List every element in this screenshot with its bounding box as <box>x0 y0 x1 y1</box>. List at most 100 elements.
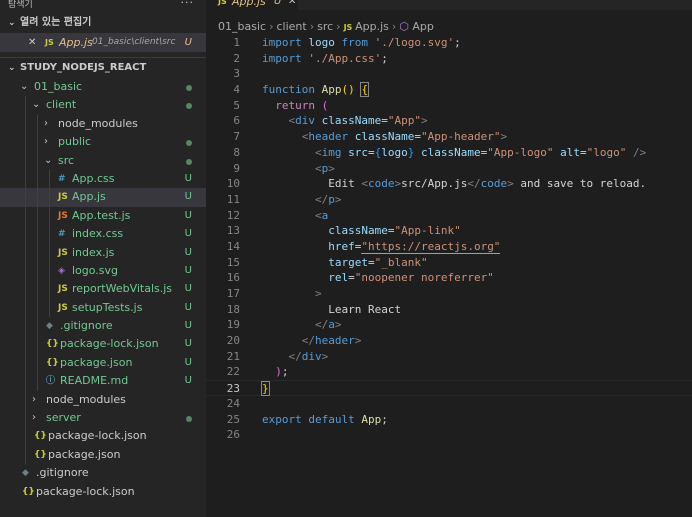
tree-folder[interactable]: ⌄ client <box>0 96 206 115</box>
indent-guide <box>37 188 38 207</box>
tree-file[interactable]: ◈ logo.svg U <box>0 261 206 281</box>
code-line: 21 </div> <box>206 349 692 365</box>
line-number: 26 <box>226 428 240 442</box>
indent-guide <box>25 372 26 391</box>
code-line: 12 <a <box>206 208 692 224</box>
line-number: 2 <box>233 51 240 65</box>
tree-file[interactable]: JS App.test.js U <box>0 206 206 226</box>
tree-folder-label: client <box>46 98 77 112</box>
tree-file[interactable]: {} package.json U <box>0 353 206 373</box>
breadcrumb-item[interactable]: client <box>276 20 306 33</box>
line-number: 1 <box>233 36 240 49</box>
indent-guide <box>49 261 50 281</box>
indent-guide <box>37 335 38 354</box>
tree-folder[interactable]: › server <box>0 409 206 428</box>
tree-folder[interactable]: › node_modules <box>0 114 206 134</box>
code-token: className <box>354 130 415 144</box>
tree-file[interactable]: JS index.js U <box>0 243 206 262</box>
code-token: import <box>262 51 302 65</box>
code-token: < <box>314 145 322 159</box>
tree-file[interactable]: {} package-lock.json <box>0 427 206 446</box>
tree-file[interactable]: JS reportWebVitals.js U <box>0 280 206 299</box>
code-line: 9 <p> <box>206 161 692 177</box>
indent-guide <box>49 280 50 299</box>
close-icon[interactable]: ✕ <box>28 33 36 52</box>
chevron-right-icon: › <box>44 117 48 129</box>
line-number: 3 <box>233 67 240 81</box>
tree-file[interactable]: ⓘ README.md U <box>0 372 206 391</box>
tree-file-label: setupTests.js <box>72 300 143 314</box>
file-type-icon: {} <box>22 486 35 497</box>
open-editor-item[interactable]: ✕ JS App.js 01_basic\client\src U <box>0 33 206 52</box>
code-token: () <box>341 83 355 97</box>
code-text: function App() { <box>262 82 369 98</box>
breadcrumb-item[interactable]: App <box>412 20 434 33</box>
git-status-badge: U <box>184 338 192 350</box>
breadcrumb-item[interactable]: 01_basic <box>218 20 266 33</box>
close-icon[interactable]: ✕ <box>288 0 296 9</box>
code-text: export default App; <box>262 412 388 428</box>
line-number: 16 <box>226 271 240 285</box>
tree-folder[interactable]: › public <box>0 133 206 152</box>
open-editor-path: 01_basic\client\src <box>92 37 176 47</box>
line-number: 19 <box>226 318 240 332</box>
git-status-dot <box>186 416 192 423</box>
tree-file-label: .gitignore <box>36 466 89 480</box>
code-token: alt <box>560 145 580 159</box>
git-status-badge: U <box>184 246 192 258</box>
tree-file[interactable]: {} package.json <box>0 445 206 465</box>
open-editors-header[interactable]: ⌄ 열려 있는 편집기 <box>0 13 206 33</box>
code-token: import <box>262 36 302 49</box>
tree-file-label: package-lock.json <box>60 337 159 351</box>
breadcrumb: 01_basic › client › src › JS App.js › ⬡ App <box>206 17 692 37</box>
code-text: Learn React <box>262 302 401 318</box>
tree-folder[interactable]: ⌄ src <box>0 151 206 170</box>
tree-file[interactable]: JS App.js U <box>0 188 206 207</box>
code-line: 25 export default App; <box>206 412 692 428</box>
code-token: > <box>420 114 428 128</box>
chevron-right-icon: › <box>269 20 274 33</box>
indent-guide <box>25 188 26 207</box>
tree-file[interactable]: # index.css U <box>0 225 206 244</box>
tree-file[interactable]: JS setupTests.js U <box>0 298 206 318</box>
line-number: 9 <box>233 161 240 175</box>
tree-file[interactable]: {} package-lock.json U <box>0 335 206 354</box>
line-number: 5 <box>233 98 240 112</box>
tree-folder[interactable]: › node_modules <box>0 390 206 410</box>
code-token: Edit <box>262 177 362 191</box>
breadcrumb-item[interactable]: src <box>317 20 333 33</box>
indent-guide <box>37 261 38 281</box>
project-header[interactable]: ⌄ STUDY_NODEJS_REACT <box>0 58 206 78</box>
tree-folder[interactable]: ⌄ 01_basic <box>0 78 206 96</box>
code-line: 3 <box>206 66 692 82</box>
code-token: Learn React <box>262 302 402 316</box>
code-editor[interactable]: 1 import logo from './logo.svg'; 2 import '… <box>206 35 692 443</box>
chevron-down-icon: ⌄ <box>32 99 41 111</box>
file-type-icon: JS <box>58 302 68 313</box>
tree-file[interactable]: # App.css U <box>0 169 206 189</box>
tab-bar: JS App.js U ✕ <box>206 0 692 10</box>
tree-file[interactable]: {} package-lock.json <box>0 483 206 501</box>
file-type-icon: ◆ <box>46 321 53 332</box>
indent-guide <box>25 114 26 134</box>
tree-file-label: reportWebVitals.js <box>72 282 173 296</box>
tree-file[interactable]: ◆ .gitignore <box>0 464 206 482</box>
code-token: and save to reload. <box>513 177 647 191</box>
code-text: className="App-link" <box>262 223 460 239</box>
tree-file-label: package.json <box>60 355 133 369</box>
more-actions-icon[interactable]: ··· <box>181 0 195 8</box>
indent-guide <box>25 243 26 262</box>
code-text: <p> <box>262 161 335 177</box>
indent-guide <box>25 169 26 189</box>
code-token: './logo.svg' <box>374 36 455 49</box>
tree-file[interactable]: ◆ .gitignore U <box>0 317 206 336</box>
code-token: from <box>341 36 369 49</box>
tab-app-js[interactable]: JS App.js U ✕ <box>206 0 298 10</box>
tree-file-label: index.js <box>72 245 115 259</box>
indent-guide <box>49 298 50 318</box>
file-type-icon: ⓘ <box>46 376 56 387</box>
line-number: 24 <box>226 396 240 410</box>
breadcrumb-item[interactable]: App.js <box>355 20 389 33</box>
indent-guide <box>25 298 26 318</box>
